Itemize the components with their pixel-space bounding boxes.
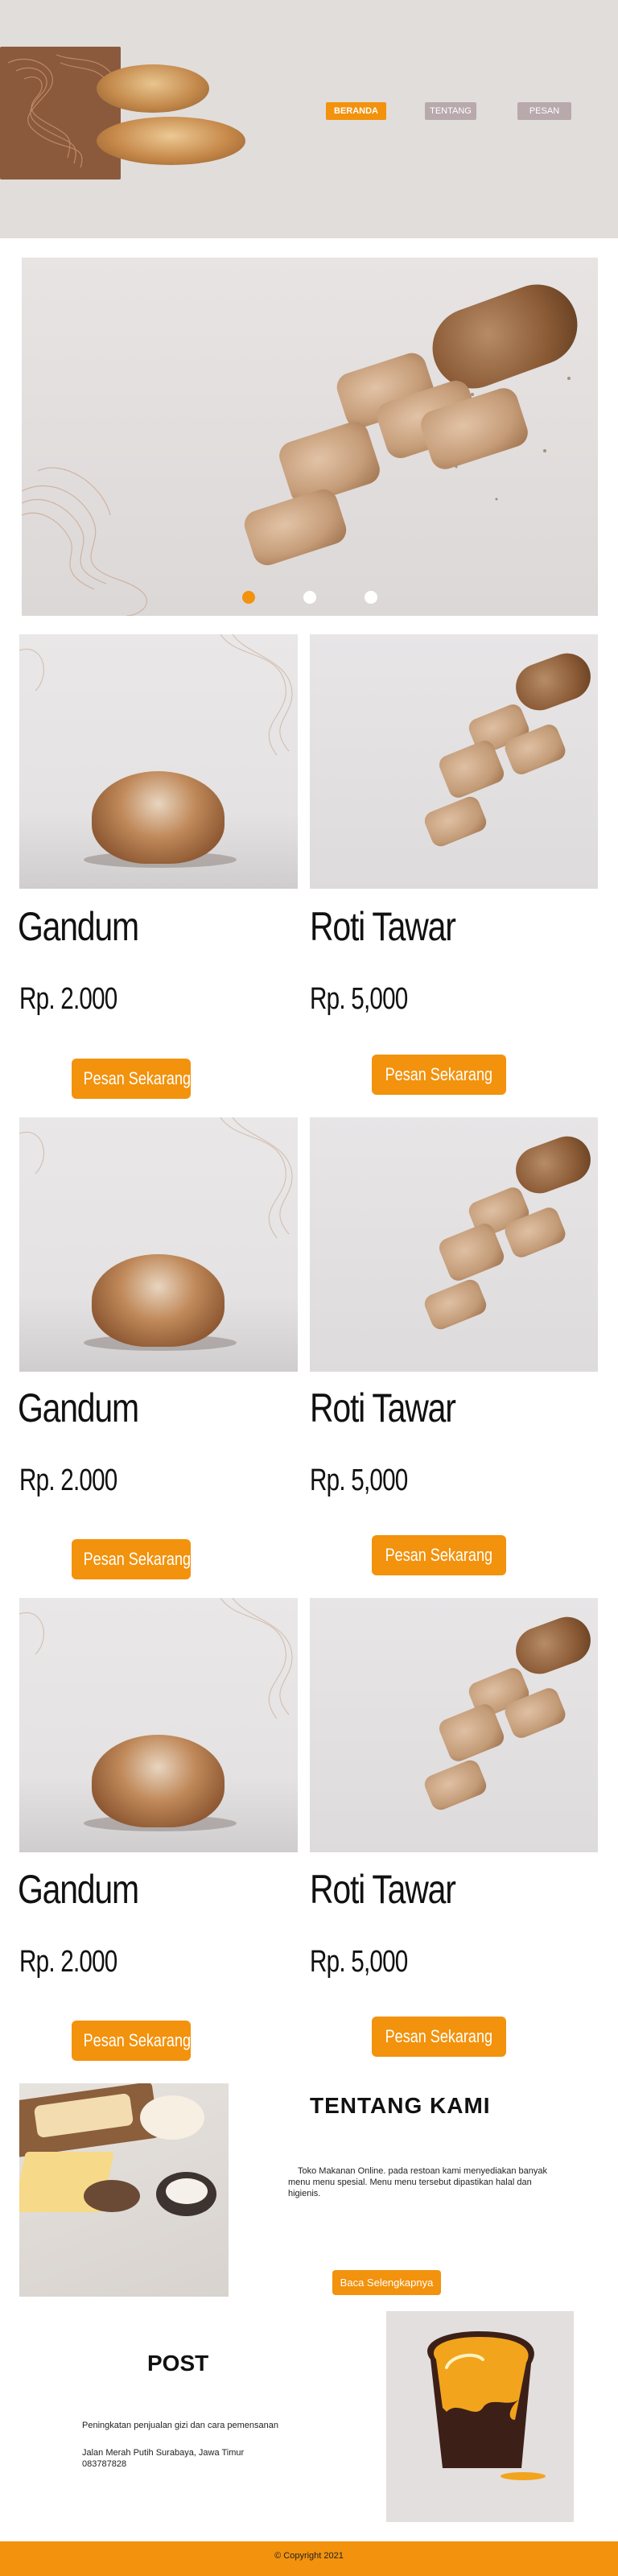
product-price: Rp. 5,000: [310, 1945, 408, 1979]
product-name: Roti Tawar: [310, 1385, 456, 1430]
post-title: POST: [147, 2351, 209, 2376]
product-price: Rp. 2.000: [19, 1945, 117, 1979]
about-title: TENTANG KAMI: [310, 2093, 491, 2118]
carousel-dot-1[interactable]: [242, 591, 255, 604]
product-image-roti-tawar: [310, 634, 598, 889]
copyright-text: © Copyright 2021: [274, 2551, 344, 2561]
nav-home-button[interactable]: BERANDA: [326, 102, 386, 120]
product-image-gandum: [19, 634, 298, 889]
hero-carousel: [22, 258, 598, 616]
about-description: Toko Makanan Online. pada restoan kami m…: [288, 2166, 548, 2198]
order-now-button[interactable]: Pesan Sekarang: [372, 1535, 506, 1575]
post-summary: Peningkatan penjualan gizi dan cara peme…: [82, 2421, 279, 2430]
order-now-button[interactable]: Pesan Sekarang: [72, 2021, 191, 2061]
carousel-dot-2[interactable]: [303, 591, 316, 604]
order-now-button[interactable]: Pesan Sekarang: [372, 2017, 506, 2057]
header: BERANDA TENTANG PESAN: [0, 0, 618, 238]
product-name: Roti Tawar: [310, 904, 456, 949]
product-name: Gandum: [18, 1867, 139, 1912]
bread-bag-logo: [0, 47, 121, 180]
product-price: Rp. 2.000: [19, 1463, 117, 1497]
post-address: Jalan Merah Putih Surabaya, Jawa Timur: [82, 2448, 245, 2458]
product-price: Rp. 5,000: [310, 1463, 408, 1497]
product-name: Roti Tawar: [310, 1867, 456, 1912]
order-now-button[interactable]: Pesan Sekarang: [372, 1055, 506, 1095]
nav-order-button[interactable]: PESAN: [517, 102, 571, 120]
product-price: Rp. 2.000: [19, 982, 117, 1016]
toast-logo-image: [386, 2311, 574, 2522]
baguette-image: [97, 117, 245, 165]
order-now-button[interactable]: Pesan Sekarang: [72, 1059, 191, 1099]
product-image-roti-tawar: [310, 1598, 598, 1852]
footer: © Copyright 2021: [0, 2541, 618, 2576]
post-phone: 083787828: [82, 2459, 127, 2469]
product-name: Gandum: [18, 1385, 139, 1430]
order-now-button[interactable]: Pesan Sekarang: [72, 1539, 191, 1579]
baguette-image: [97, 64, 209, 113]
product-image-gandum: [19, 1598, 298, 1852]
read-more-button[interactable]: Baca Selengkapnya: [332, 2270, 441, 2295]
product-image-gandum: [19, 1117, 298, 1372]
nav-about-button[interactable]: TENTANG: [425, 102, 476, 120]
product-image-roti-tawar: [310, 1117, 598, 1372]
product-price: Rp. 5,000: [310, 982, 408, 1016]
about-food-image: [19, 2083, 229, 2297]
product-name: Gandum: [18, 904, 139, 949]
carousel-dot-3[interactable]: [365, 591, 377, 604]
